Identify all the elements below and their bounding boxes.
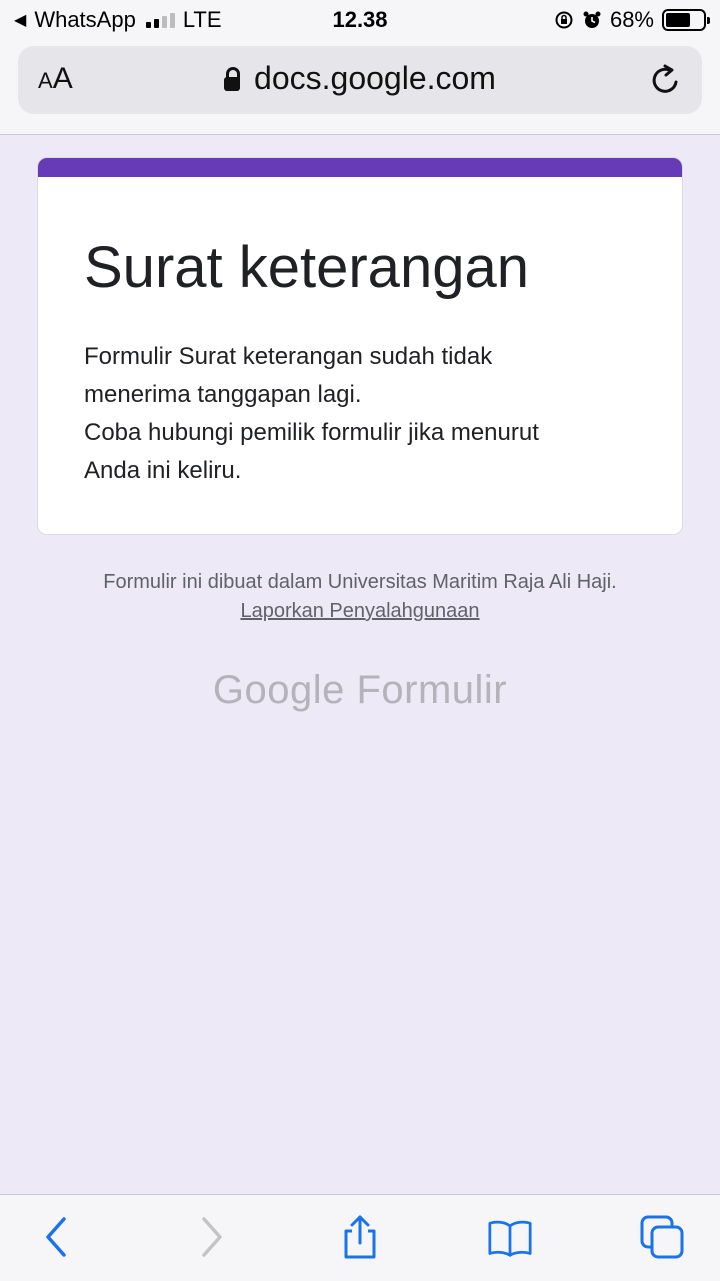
form-card: Surat keterangan Formulir Surat keterang… — [37, 157, 683, 535]
share-icon[interactable] — [338, 1215, 382, 1259]
bookmarks-icon[interactable] — [488, 1215, 532, 1259]
form-title: Surat keterangan — [84, 235, 529, 300]
reload-icon[interactable] — [648, 62, 684, 98]
report-abuse-link[interactable]: Laporkan Penyalahgunaan — [240, 600, 479, 622]
logo-product: Formulir — [356, 668, 508, 712]
address-bar[interactable]: AA docs.google.com — [18, 46, 702, 114]
battery-percent: 68% — [609, 7, 654, 32]
orientation-lock-icon — [555, 11, 573, 29]
url-text: docs.google.com — [254, 60, 496, 96]
message-line: Formulir Surat keterangan sudah tidak — [84, 343, 493, 370]
message-line: menerima tanggapan lagi. — [84, 381, 362, 408]
footer-text: Formulir ini dibuat dalam Universitas Ma… — [103, 571, 617, 593]
google-forms-logo[interactable]: Google Formulir — [0, 668, 720, 713]
forward-icon[interactable] — [188, 1215, 232, 1259]
message-line: Anda ini keliru. — [84, 457, 242, 484]
alarm-icon — [583, 11, 601, 28]
browser-address-area: AA docs.google.com — [0, 40, 720, 135]
lock-icon — [224, 67, 241, 91]
battery-icon — [662, 9, 710, 31]
tabs-icon[interactable] — [640, 1215, 684, 1259]
url-display[interactable]: docs.google.com — [18, 60, 702, 97]
logo-google: Google — [212, 668, 345, 712]
form-accent-bar — [38, 158, 682, 177]
back-icon[interactable] — [36, 1215, 80, 1259]
form-footer: Formulir ini dibuat dalam Universitas Ma… — [60, 568, 660, 626]
message-line: Coba hubungi pemilik formulir jika menur… — [84, 419, 539, 446]
status-bar: ◀ WhatsApp LTE 12.38 68% — [0, 0, 720, 40]
browser-toolbar — [0, 1194, 720, 1281]
form-closed-message: Formulir Surat keterangan sudah tidak me… — [84, 338, 644, 490]
